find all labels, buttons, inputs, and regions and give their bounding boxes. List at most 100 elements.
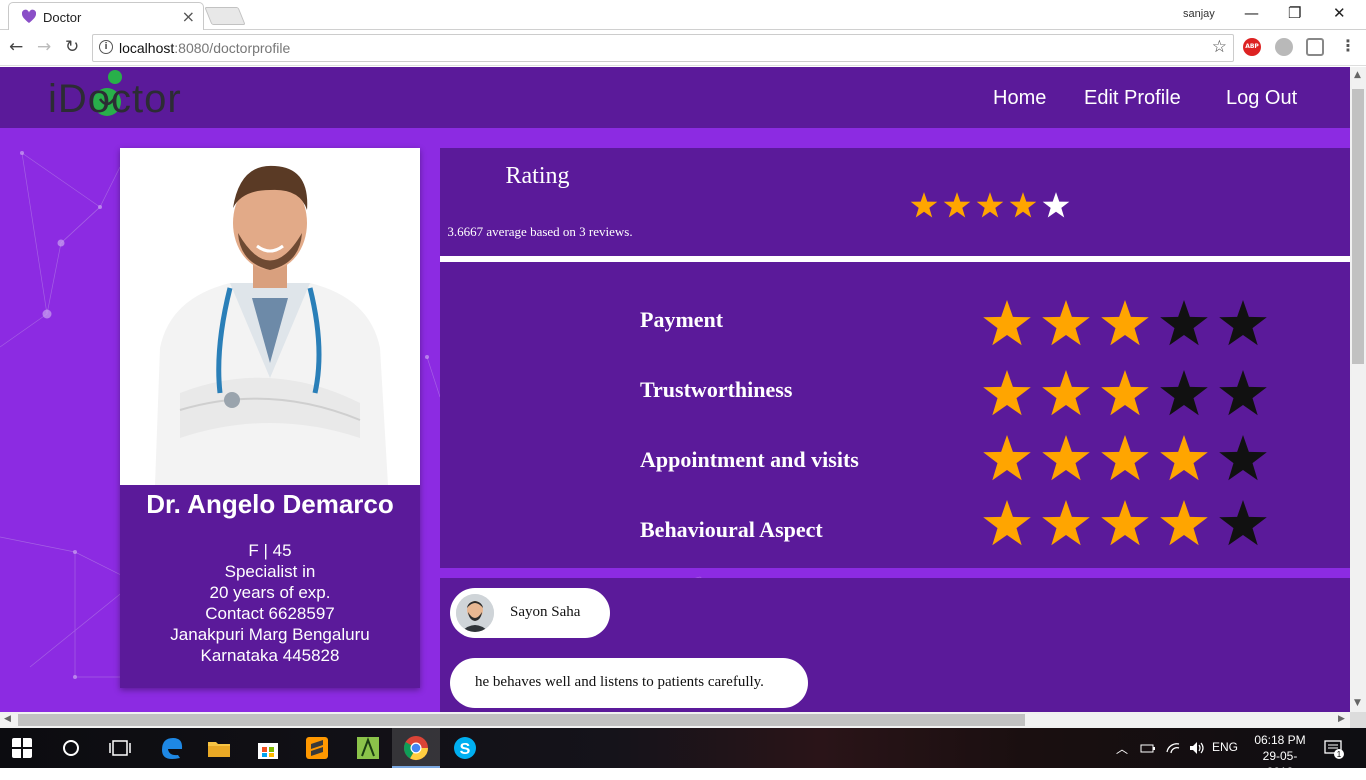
rating-summary: 3.6667 average based on 3 reviews. [447,224,633,239]
filled-star-icon [983,370,1031,416]
minimize-button[interactable]: — [1244,4,1259,22]
doctor-photo [120,148,420,485]
filled-star-icon [1042,500,1090,546]
filled-star-icon [1042,300,1090,346]
filled-star-icon [1101,370,1149,416]
horizontal-scrollbar[interactable]: ◀ ▶ [0,712,1350,728]
profile-user-name[interactable]: sanjay [1183,8,1215,20]
sublime-text-icon[interactable] [303,734,331,762]
empty-star-icon [1160,370,1208,416]
bookmark-star-icon[interactable]: ☆ [1212,37,1227,57]
tab-close-icon[interactable]: × [182,7,195,26]
filled-star-icon [910,192,938,218]
file-explorer-icon[interactable] [205,734,233,762]
empty-star-icon [1160,300,1208,346]
review-user-name: Sayon Saha [510,604,581,620]
filled-star-icon [983,435,1031,481]
category-ratings-panel [440,262,1350,568]
category-label-trustworthiness: Trustworthiness [640,377,793,402]
doctor-gender-age: F | 45 [248,541,292,560]
address-url: localhost:8080/doctorprofile [119,40,290,56]
notification-count: 1 [1337,750,1342,759]
scrollbar-corner [1350,712,1366,728]
vertical-scroll-thumb[interactable] [1352,89,1364,364]
reload-button[interactable]: ↻ [65,37,79,57]
scroll-up-icon[interactable]: ▲ [1354,70,1361,80]
scroll-left-icon[interactable]: ◀ [4,714,11,724]
category-label-appointment: Appointment and visits [640,447,859,472]
rating-title: Rating [505,163,570,189]
doctor-experience: 20 years of exp. [209,583,331,602]
filled-star-icon [976,192,1004,218]
forward-button[interactable]: → [37,37,51,57]
battery-icon[interactable] [1140,741,1156,755]
svg-text:S: S [460,741,471,758]
wifi-icon[interactable] [1165,740,1181,756]
empty-star-icon [1219,435,1267,481]
filled-star-icon [1042,435,1090,481]
filled-star-icon [983,500,1031,546]
info-icon[interactable]: i [99,40,113,54]
shield-extension-icon[interactable] [1306,38,1324,56]
clock-date: 29-05-2018 [1262,749,1298,779]
url-path: :8080/doctorprofile [174,40,291,56]
scroll-down-icon[interactable]: ▼ [1354,698,1361,708]
filled-star-icon [983,300,1031,346]
review-message-text: he behaves well and listens to patients … [475,674,764,690]
doctor-specialty: Specialist in [224,562,316,581]
browser-tab[interactable]: Doctor × [8,2,204,30]
tab-title: Doctor [43,10,82,25]
window-close-button[interactable]: ✕ [1333,4,1346,22]
doctor-address-line2: Karnataka 445828 [200,646,340,665]
extension-icon[interactable] [1275,38,1293,56]
language-indicator[interactable]: ENG [1212,740,1238,754]
filled-star-icon [1160,500,1208,546]
horizontal-scroll-thumb[interactable] [18,714,1025,726]
adblock-extension-icon[interactable]: ABP [1243,38,1261,56]
empty-star-icon [1219,300,1267,346]
restore-button[interactable]: ❐ [1288,4,1301,22]
empty-star-icon [1219,370,1267,416]
clock-time: 06:18 PM [1254,733,1306,747]
app-icon[interactable] [354,734,382,762]
chrome-icon[interactable] [402,734,430,762]
browser-menu-icon[interactable]: ⋮ [1340,36,1356,55]
empty-star-icon [1219,500,1267,546]
filled-star-icon [1101,435,1149,481]
page-viewport: iDoctor Home Edit Profile Log Out Dr. An… [0,67,1350,712]
windows-start-icon[interactable] [12,738,32,758]
search-icon[interactable] [61,738,81,758]
system-clock[interactable]: 06:18 PM 29-05-2018 [1250,732,1310,780]
browser-tabbar: Doctor × sanjay — ❐ ✕ [0,0,1366,30]
back-button[interactable]: ← [9,37,23,57]
doctor-address-line1: Janakpuri Marg Bengaluru [170,625,370,644]
windows-taskbar: S ︿ ENG 06:18 PM 29-05-2018 1 [0,728,1366,779]
site-header: iDoctor Home Edit Profile Log Out [0,67,1350,128]
filled-star-icon [1160,435,1208,481]
edge-browser-icon[interactable] [158,734,186,762]
doctor-contact: Contact 6628597 [205,604,335,623]
browser-toolbar: ← → ↻ i localhost:8080/doctorprofile ☆ A… [0,30,1366,66]
category-label-payment: Payment [640,307,724,332]
avatar [456,594,494,632]
filled-star-icon [1101,500,1149,546]
task-view-icon[interactable] [108,738,132,758]
vertical-scrollbar[interactable]: ▲ ▼ [1350,67,1366,712]
empty-star-icon [1042,192,1070,218]
filled-star-icon [1009,192,1037,218]
nav-edit-profile[interactable]: Edit Profile [1084,87,1181,110]
nav-home[interactable]: Home [993,87,1046,110]
doctor-name: Dr. Angelo Demarco [146,489,394,519]
address-bar[interactable]: i localhost:8080/doctorprofile ☆ [92,34,1234,62]
skype-icon[interactable]: S [451,734,479,762]
new-tab-button[interactable] [204,7,246,25]
notification-center-icon[interactable]: 1 [1323,738,1345,760]
volume-icon[interactable] [1188,740,1206,756]
tray-chevron-icon[interactable]: ︿ [1116,740,1128,757]
site-logo[interactable]: iDoctor [48,77,182,122]
store-icon[interactable] [254,734,282,762]
scroll-right-icon[interactable]: ▶ [1338,714,1345,724]
url-host: localhost [119,40,175,56]
review-user-chip[interactable]: Sayon Saha [450,588,610,638]
nav-log-out[interactable]: Log Out [1226,87,1297,110]
